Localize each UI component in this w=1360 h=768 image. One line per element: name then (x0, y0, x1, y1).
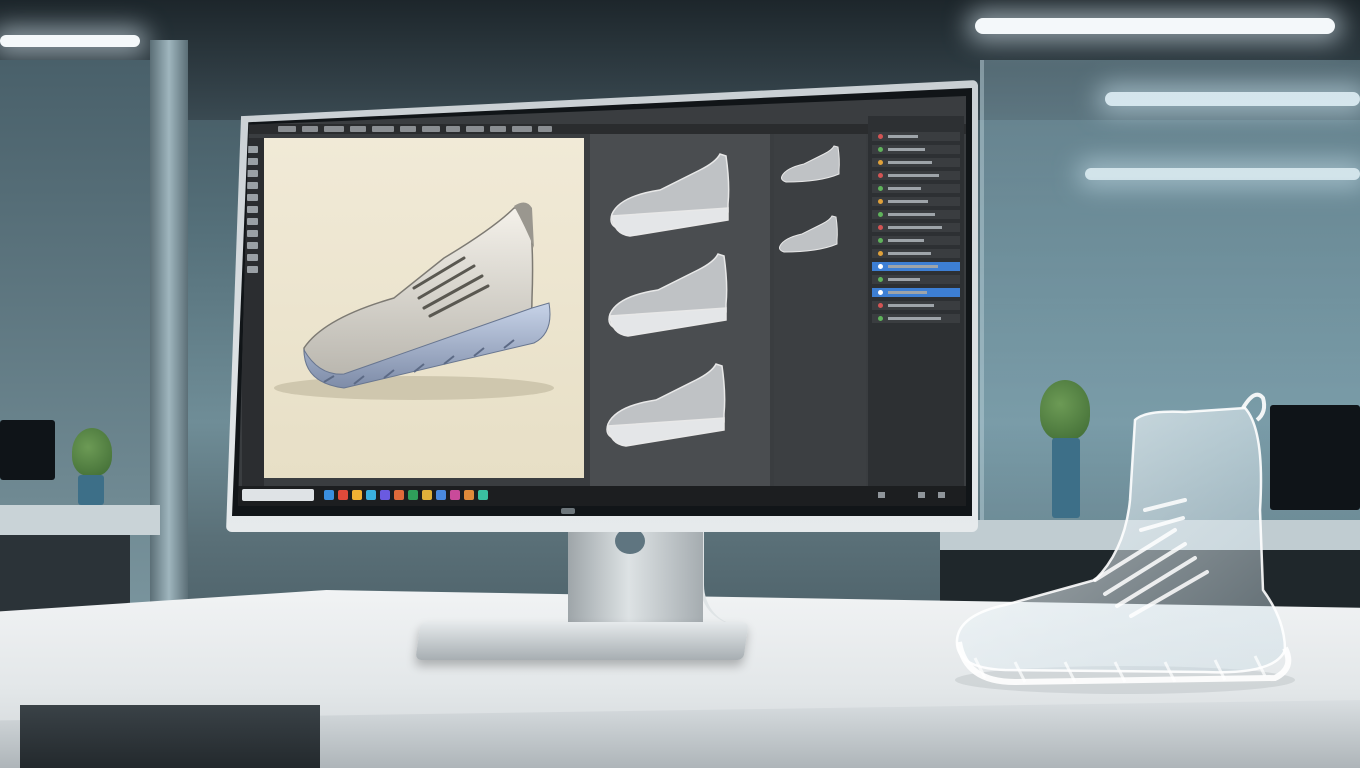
layer-name (888, 161, 932, 164)
variant-sketch (606, 363, 726, 447)
layer-visibility-icon[interactable] (878, 225, 883, 230)
taskbar-app-icon[interactable] (380, 490, 390, 500)
layer-visibility-icon[interactable] (878, 212, 883, 217)
layer-name (888, 213, 935, 216)
text-tool-icon[interactable] (247, 230, 258, 237)
layer-visibility-icon[interactable] (878, 251, 883, 256)
lasso-tool-icon[interactable] (247, 170, 258, 177)
monitor-cable (700, 525, 764, 625)
layer-name (888, 317, 941, 320)
taskbar-app-icon[interactable] (338, 490, 348, 500)
layer-name (888, 148, 925, 151)
menu-item[interactable] (400, 126, 416, 132)
menu-bar[interactable] (238, 124, 966, 134)
move-tool-icon[interactable] (247, 146, 258, 153)
layer-visibility-icon[interactable] (878, 238, 883, 243)
ceiling-light (975, 18, 1335, 34)
taskbar-app-icon[interactable] (394, 490, 404, 500)
taskbar-app-icon[interactable] (464, 490, 474, 500)
menu-item[interactable] (512, 126, 532, 132)
ceiling-light (0, 35, 140, 47)
layer-name (888, 187, 921, 190)
design-canvas[interactable] (264, 138, 584, 478)
menu-item[interactable] (302, 126, 318, 132)
layer-name (888, 252, 931, 255)
hand-tool-icon[interactable] (247, 254, 258, 261)
menu-item[interactable] (350, 126, 366, 132)
brush-tool-icon[interactable] (247, 194, 258, 201)
shoe-render (274, 202, 554, 400)
plant (72, 428, 112, 476)
variant-sketch (610, 153, 730, 237)
layer-visibility-icon[interactable] (878, 303, 883, 308)
crop-tool-icon[interactable] (247, 182, 258, 189)
glass-boot (955, 392, 1295, 694)
layer-visibility-icon[interactable] (878, 264, 883, 269)
select-tool-icon[interactable] (247, 158, 258, 165)
layer-visibility-icon[interactable] (878, 277, 883, 282)
layer-visibility-icon[interactable] (878, 290, 883, 295)
layer-visibility-icon[interactable] (878, 134, 883, 139)
thumbnail-sketches (779, 145, 840, 253)
layer-name (888, 265, 938, 268)
background-monitor (0, 420, 55, 480)
layer-name (888, 239, 924, 242)
variants-panel (590, 134, 770, 486)
layer-visibility-icon[interactable] (878, 173, 883, 178)
taskbar-search-input[interactable] (242, 489, 314, 501)
taskbar-app-icon[interactable] (450, 490, 460, 500)
plant-pot (78, 475, 104, 505)
layer-name (888, 135, 918, 138)
layer-visibility-icon[interactable] (878, 160, 883, 165)
layer-visibility-icon[interactable] (878, 186, 883, 191)
layer-visibility-icon[interactable] (878, 199, 883, 204)
menu-item[interactable] (422, 126, 440, 132)
taskbar-app-icon[interactable] (352, 490, 362, 500)
menu-item[interactable] (324, 126, 344, 132)
tray-icon[interactable] (918, 492, 925, 498)
variant-sketch (608, 253, 728, 337)
office-scene (0, 0, 1360, 768)
tray-icon[interactable] (938, 492, 945, 498)
thumbnail-panel (774, 134, 866, 486)
menu-item[interactable] (372, 126, 394, 132)
layer-name (888, 278, 920, 281)
taskbar-app-icon[interactable] (366, 490, 376, 500)
menu-item[interactable] (466, 126, 484, 132)
pen-tool-icon[interactable] (247, 218, 258, 225)
monitor-logo (561, 508, 575, 514)
shape-tool-icon[interactable] (247, 242, 258, 249)
monitor-base (415, 622, 749, 660)
layer-name (888, 200, 928, 203)
zoom-tool-icon[interactable] (247, 266, 258, 273)
menu-item[interactable] (278, 126, 296, 132)
layer-name (888, 226, 942, 229)
layer-visibility-icon[interactable] (878, 316, 883, 321)
layer-name (888, 291, 927, 294)
taskbar-app-icon[interactable] (324, 490, 334, 500)
eraser-tool-icon[interactable] (247, 206, 258, 213)
taskbar-app-icon[interactable] (478, 490, 488, 500)
background-desk (0, 505, 160, 535)
variant-sketches (606, 153, 730, 447)
layer-visibility-icon[interactable] (878, 147, 883, 152)
menu-item[interactable] (490, 126, 506, 132)
layer-name (888, 174, 939, 177)
desk-drawer (20, 705, 320, 768)
taskbar-app-icon[interactable] (408, 490, 418, 500)
tray-icon[interactable] (878, 492, 885, 498)
monitor-screen (238, 96, 966, 506)
menu-item[interactable] (446, 126, 460, 132)
layer-name (888, 304, 934, 307)
taskbar-app-icon[interactable] (436, 490, 446, 500)
taskbar-app-icon[interactable] (422, 490, 432, 500)
menu-item[interactable] (538, 126, 552, 132)
